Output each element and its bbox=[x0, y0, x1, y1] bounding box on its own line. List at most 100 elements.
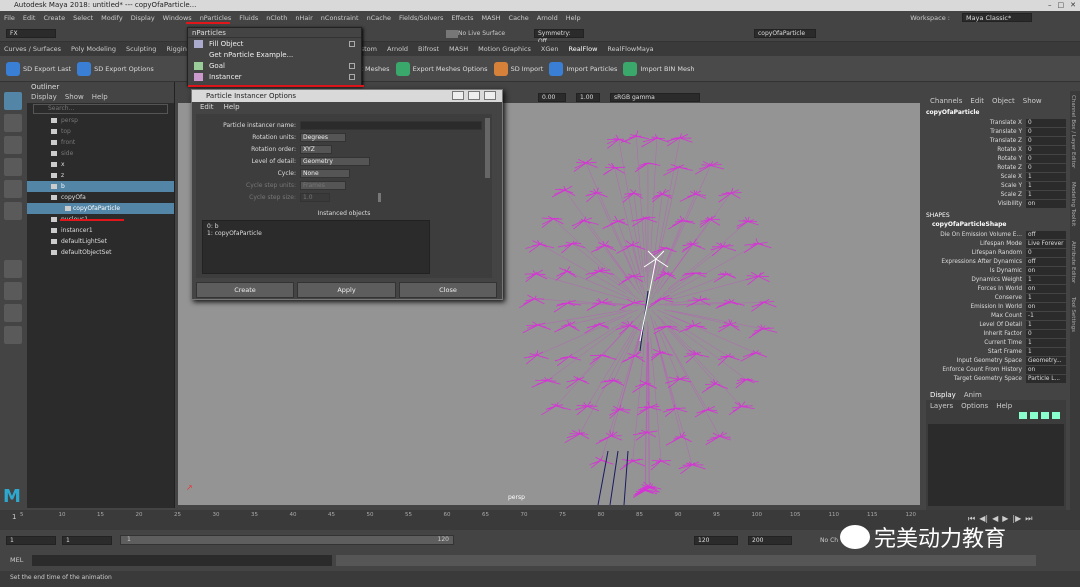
symmetry-dropdown[interactable]: Symmetry: Off bbox=[534, 29, 584, 45]
channel-value[interactable]: 1 bbox=[1026, 181, 1066, 190]
sd-export-last-button[interactable]: SD Export Last bbox=[6, 61, 71, 76]
channel-value[interactable]: 1 bbox=[1026, 190, 1066, 199]
channel-row[interactable]: Is Dynamic on bbox=[922, 266, 1070, 275]
paint-select-tool-icon[interactable] bbox=[4, 136, 22, 154]
instanced-item[interactable]: 0: b bbox=[207, 223, 425, 230]
outliner-menu-help[interactable]: Help bbox=[92, 92, 108, 103]
channel-menu-object[interactable]: Object bbox=[992, 97, 1015, 105]
cycle-dropdown[interactable]: None bbox=[300, 169, 350, 178]
channel-menu-show[interactable]: Show bbox=[1023, 97, 1042, 105]
menu-select[interactable]: Select bbox=[73, 14, 93, 22]
menu-create[interactable]: Create bbox=[43, 14, 65, 22]
shelf-tab-xgen[interactable]: XGen bbox=[541, 45, 559, 53]
channel-row[interactable]: Scale Y 1 bbox=[922, 181, 1070, 190]
menu-arnold[interactable]: Arnold bbox=[537, 14, 558, 22]
channel-row[interactable]: Dynamics Weight 1 bbox=[922, 275, 1070, 284]
shelf-tab-realflow[interactable]: RealFlow bbox=[569, 45, 598, 53]
mel-input[interactable] bbox=[32, 555, 332, 566]
menu-fieldssolvers[interactable]: Fields/Solvers bbox=[399, 14, 443, 22]
shelf-tab-arnold[interactable]: Arnold bbox=[387, 45, 408, 53]
workspace-selector[interactable]: Workspace : Maya Classic* bbox=[910, 13, 1040, 22]
menu-nparticles[interactable]: nParticles bbox=[200, 14, 232, 22]
four-view-icon[interactable] bbox=[4, 282, 22, 300]
close-button[interactable]: Close bbox=[399, 282, 497, 298]
new-layer-icon[interactable] bbox=[1019, 412, 1027, 419]
layer-up-icon[interactable] bbox=[1041, 412, 1049, 419]
channel-row[interactable]: Translate X 0 bbox=[922, 118, 1070, 127]
rotate-tool-icon[interactable] bbox=[4, 180, 22, 198]
range-bar[interactable]: 1 120 bbox=[120, 535, 454, 545]
channel-row[interactable]: Enforce Count From History on bbox=[922, 365, 1070, 374]
channel-row[interactable]: Emission In World on bbox=[922, 302, 1070, 311]
export-meshes-options-button[interactable]: Export Meshes Options bbox=[395, 61, 488, 76]
import-particles-button[interactable]: Import Particles bbox=[549, 61, 617, 76]
instanced-objects-list[interactable]: 0: b 1: copyOfaParticle bbox=[202, 220, 430, 274]
channel-row[interactable]: Start Frame 1 bbox=[922, 347, 1070, 356]
channel-value[interactable]: Live Forever bbox=[1026, 239, 1066, 248]
live-surface-icon[interactable] bbox=[446, 30, 458, 38]
channel-value[interactable]: Geometry... bbox=[1026, 356, 1066, 365]
single-view-icon[interactable] bbox=[4, 260, 22, 278]
channel-menu-edit[interactable]: Edit bbox=[970, 97, 984, 105]
channel-value[interactable]: 1 bbox=[1026, 347, 1066, 356]
channel-row[interactable]: Level Of Detail 1 bbox=[922, 320, 1070, 329]
menu-item-fill-object[interactable]: Fill Object bbox=[188, 38, 361, 49]
menu-item-goal[interactable]: Goal bbox=[188, 60, 361, 71]
lasso-tool-icon[interactable] bbox=[4, 114, 22, 132]
layer-menu-options[interactable]: Options bbox=[961, 400, 988, 412]
channel-value[interactable]: 1 bbox=[1026, 275, 1066, 284]
channel-value[interactable]: on bbox=[1026, 365, 1066, 374]
menu-item-instancer[interactable]: Instancer bbox=[188, 71, 361, 82]
channel-value[interactable]: 0 bbox=[1026, 154, 1066, 163]
window-controls[interactable]: – □ ✕ bbox=[1048, 0, 1076, 11]
gamma-field[interactable]: 1.00 bbox=[576, 93, 600, 102]
channel-row[interactable]: Max Count -1 bbox=[922, 311, 1070, 320]
channel-row[interactable]: Scale X 1 bbox=[922, 172, 1070, 181]
outliner-search-input[interactable]: Search... bbox=[33, 104, 168, 114]
tab-channel-box[interactable]: Channel Box / Layer Editor bbox=[1070, 95, 1076, 168]
menu-windows[interactable]: Windows bbox=[163, 14, 192, 22]
menu-mash[interactable]: MASH bbox=[481, 14, 500, 22]
channel-row[interactable]: Lifespan Random 0 bbox=[922, 248, 1070, 257]
channel-value[interactable]: 1 bbox=[1026, 320, 1066, 329]
channel-value[interactable]: 1 bbox=[1026, 172, 1066, 181]
channel-row[interactable]: Translate Y 0 bbox=[922, 127, 1070, 136]
shelf-tab-sculpting[interactable]: Sculpting bbox=[126, 45, 156, 53]
menu-modify[interactable]: Modify bbox=[101, 14, 123, 22]
channel-row[interactable]: Expressions After Dynamics off bbox=[922, 257, 1070, 266]
channel-row[interactable]: Lifespan Mode Live Forever bbox=[922, 239, 1070, 248]
sd-import-button[interactable]: SD Import bbox=[493, 61, 543, 76]
color-space-dropdown[interactable]: sRGB gamma bbox=[610, 93, 700, 102]
menu-item-get-example[interactable]: Get nParticle Example... bbox=[188, 49, 361, 60]
channel-value[interactable]: 0 bbox=[1026, 145, 1066, 154]
channel-row[interactable]: Visibility on bbox=[922, 199, 1070, 208]
menu-set-dropdown[interactable]: FX bbox=[6, 29, 56, 38]
channel-value[interactable]: 0 bbox=[1026, 127, 1066, 136]
object-name-field[interactable]: copyOfaParticle bbox=[754, 29, 816, 38]
import-bin-mesh-button[interactable]: Import BIN Mesh bbox=[623, 61, 694, 76]
channel-value[interactable]: on bbox=[1026, 199, 1066, 208]
channel-value[interactable]: 0 bbox=[1026, 329, 1066, 338]
outliner-item[interactable]: copyOfa bbox=[27, 192, 174, 203]
outliner-item[interactable]: top bbox=[27, 126, 174, 137]
move-tool-icon[interactable] bbox=[4, 158, 22, 176]
channel-value[interactable]: Particle L... bbox=[1026, 374, 1066, 383]
select-tool-icon[interactable] bbox=[4, 92, 22, 110]
channel-row[interactable]: Scale Z 1 bbox=[922, 190, 1070, 199]
sd-export-options-button[interactable]: SD Export Options bbox=[77, 61, 154, 76]
channel-value[interactable]: on bbox=[1026, 302, 1066, 311]
outliner-item[interactable]: instancer1 bbox=[27, 225, 174, 236]
dialog-close-icon[interactable] bbox=[484, 91, 496, 100]
layer-tab-anim[interactable]: Anim bbox=[964, 390, 982, 400]
workspace-dropdown[interactable]: Maya Classic* bbox=[962, 13, 1032, 22]
shelf-tab-polymodeling[interactable]: Poly Modeling bbox=[71, 45, 116, 53]
shelf-tab-curvessurfaces[interactable]: Curves / Surfaces bbox=[4, 45, 61, 53]
channel-value[interactable]: 1 bbox=[1026, 338, 1066, 347]
level-of-detail-dropdown[interactable]: Geometry bbox=[300, 157, 370, 166]
channel-row[interactable]: Target Geometry Space Particle L... bbox=[922, 374, 1070, 383]
playback-end-field[interactable]: 120 bbox=[694, 536, 738, 545]
mel-label[interactable]: MEL bbox=[10, 556, 23, 564]
outliner-menu-show[interactable]: Show bbox=[65, 92, 84, 103]
tab-modeling-toolkit[interactable]: Modeling Toolkit bbox=[1070, 182, 1076, 226]
tab-attribute-editor[interactable]: Attribute Editor bbox=[1070, 241, 1076, 283]
